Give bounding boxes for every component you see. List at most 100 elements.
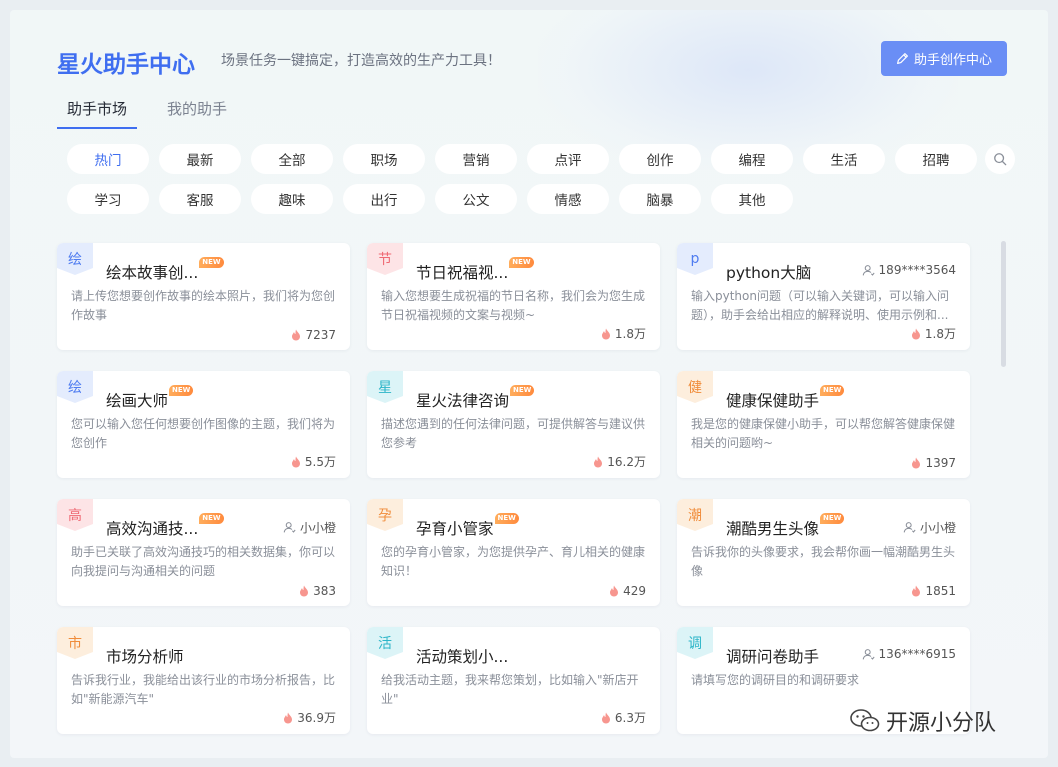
page-title: 星火助手中心 — [57, 52, 195, 78]
assistant-name: 节日祝福视... — [416, 264, 509, 282]
assistant-name: 市场分析师 — [106, 648, 184, 666]
user-icon — [862, 264, 875, 276]
assistant-card[interactable]: 活活动策划小... 给我活动主题，我来帮您策划，比如输入"新店开业" 6.3万 — [367, 627, 660, 734]
assistant-badge: 节 — [367, 243, 403, 275]
assistant-card[interactable]: 健健康保健助手 NEW 我是您的健康保健小助手，可以帮您解答健康保健相关的问题哟~ 1… — [677, 371, 970, 478]
flame-icon — [284, 712, 293, 723]
heat-count: 6.3万 — [601, 709, 646, 726]
page-subtitle: 场景任务一键搞定，打造高效的生产力工具！ — [221, 53, 501, 69]
assistant-description: 告诉我你的头像要求，我会帮你画一幅潮酷男生头像 — [691, 545, 956, 578]
author-name: 小小橙 — [919, 521, 956, 535]
filter-chip-row2-6[interactable]: 脑暴 — [619, 184, 701, 214]
assistant-author: 189****3564 — [862, 263, 956, 277]
author-name: 189****3564 — [878, 263, 956, 277]
assistant-badge: 绘 — [57, 371, 93, 403]
filter-chip-row1-6[interactable]: 创作 — [619, 144, 701, 174]
assistant-card[interactable]: 市市场分析师 告诉我行业，我能给出该行业的市场分析报告，比如"新能源汽车" 36.9… — [57, 627, 350, 734]
filter-chip-row2-4[interactable]: 公文 — [435, 184, 517, 214]
new-tag: NEW — [820, 513, 845, 524]
new-tag: NEW — [199, 513, 224, 524]
assistant-badge: 绘 — [57, 243, 93, 275]
scrollbar[interactable] — [1001, 241, 1006, 367]
heat-count: 16.2万 — [593, 453, 646, 470]
assistant-card[interactable]: 绘绘画大师 NEW 您可以输入您任何想要创作图像的主题，我们将为您创作 5.5万 — [57, 371, 350, 478]
assistant-card[interactable]: 节节日祝福视... NEW 输入您想要生成祝福的节日名称，我们会为您生成节日祝福视频… — [367, 243, 660, 350]
flame-icon — [911, 328, 920, 339]
heat-value: 1851 — [925, 584, 956, 598]
assistant-description: 我是您的健康保健小助手，可以帮您解答健康保健相关的问题哟~ — [691, 417, 956, 450]
filter-chip-row1-0[interactable]: 热门 — [67, 144, 149, 174]
assistant-badge: 调 — [677, 627, 713, 659]
assistant-description: 给我活动主题，我来帮您策划，比如输入"新店开业" — [381, 673, 639, 706]
assistant-badge: 潮 — [677, 499, 713, 531]
filter-chip-row1-7[interactable]: 编程 — [711, 144, 793, 174]
heat-value: 6.3万 — [614, 711, 646, 725]
assistant-name: 星火法律咨询 — [416, 392, 510, 410]
heat-value: 7237 — [305, 328, 336, 342]
assistant-badge: 市 — [57, 627, 93, 659]
filter-chip-row2-2[interactable]: 趣味 — [251, 184, 333, 214]
heat-value: 5.5万 — [304, 455, 336, 469]
flame-icon — [594, 456, 603, 467]
filter-chip-row1-5[interactable]: 点评 — [527, 144, 609, 174]
new-tag: NEW — [169, 385, 194, 396]
assistant-name: python大脑 — [726, 264, 812, 282]
assistant-name: 潮酷男生头像 — [726, 520, 820, 538]
user-icon — [862, 648, 875, 660]
filter-chip-row2-1[interactable]: 客服 — [159, 184, 241, 214]
category-filters: 热门 最新 全部 职场 营销 点评 创作 编程 生活 招聘 学习 客服 趣味 出行 公文 情感 脑暴 其他 — [67, 144, 1017, 224]
create-button-label: 助手创作中心 — [913, 53, 992, 68]
heat-count: 5.5万 — [291, 453, 336, 470]
heat-value: 1.8万 — [924, 327, 956, 341]
filter-chip-row1-2[interactable]: 全部 — [251, 144, 333, 174]
author-name: 小小橙 — [299, 521, 336, 535]
tab-assistant-market[interactable]: 助手市场 — [57, 98, 138, 129]
flame-icon — [291, 456, 300, 467]
filter-chip-row1-3[interactable]: 职场 — [343, 144, 425, 174]
new-tag: NEW — [199, 257, 224, 268]
user-icon — [903, 522, 916, 533]
assistant-name: 健康保健助手 — [726, 392, 820, 410]
heat-count: 383 — [299, 584, 336, 598]
search-button[interactable] — [985, 144, 1015, 174]
filter-chip-row2-7[interactable]: 其他 — [711, 184, 793, 214]
tab-my-assistants[interactable]: 我的助手 — [157, 98, 237, 129]
filter-chip-row1-1[interactable]: 最新 — [159, 144, 241, 174]
assistant-badge: 活 — [367, 627, 403, 659]
assistant-name: 调研问卷助手 — [726, 648, 820, 666]
assistant-badge: 健 — [677, 371, 713, 403]
wechat-account-name: 开源小分队 — [886, 711, 997, 736]
main-tabs: 助手市场 我的助手 — [57, 98, 237, 129]
assistant-badge: 孕 — [367, 499, 403, 531]
assistant-card[interactable]: 星星火法律咨询 NEW 描述您遇到的任何法律问题，可提供解答与建议供您参考 16.2万 — [367, 371, 660, 478]
assistant-name: 孕育小管家 — [416, 520, 494, 538]
assistant-card[interactable]: 潮潮酷男生头像 NEW 小小橙告诉我你的头像要求，我会帮你画一幅潮酷男生头像 1851 — [677, 499, 970, 606]
filter-row-2: 学习 客服 趣味 出行 公文 情感 脑暴 其他 — [67, 184, 1017, 214]
filter-chip-row2-5[interactable]: 情感 — [527, 184, 609, 214]
flame-icon — [912, 585, 921, 597]
assistant-creation-center-button[interactable]: 助手创作中心 — [881, 41, 1007, 76]
heat-count: 36.9万 — [283, 709, 336, 726]
assistant-author: 小小橙 — [903, 519, 956, 536]
assistant-card[interactable]: 绘绘本故事创... NEW 请上传您想要创作故事的绘本照片，我们将为您创作故事 723… — [57, 243, 350, 350]
new-tag: NEW — [494, 513, 519, 524]
assistant-grid: 绘绘本故事创... NEW 请上传您想要创作故事的绘本照片，我们将为您创作故事 723… — [57, 243, 971, 734]
filter-chip-row1-8[interactable]: 生活 — [803, 144, 885, 174]
assistant-description: 输入python问题（可以输入关键词，可以输入问题），助手会给出相应的解释说明、… — [691, 289, 949, 322]
assistant-card[interactable]: 孕孕育小管家 NEW 您的孕育小管家，为您提供孕产、育儿相关的健康知识！ 429 — [367, 499, 660, 606]
heat-value: 383 — [313, 584, 336, 598]
filter-chip-row2-0[interactable]: 学习 — [67, 184, 149, 214]
assistant-name: 绘画大师 — [106, 392, 169, 410]
new-tag: NEW — [820, 385, 845, 396]
app-frame: 星火助手中心 场景任务一键搞定，打造高效的生产力工具！ 助手创作中心 助手市场 … — [10, 10, 1048, 758]
filter-chip-row1-4[interactable]: 营销 — [435, 144, 517, 174]
assistant-card[interactable]: p python大脑 189****3564 输入python问题（可以输入关键词，可… — [677, 243, 970, 350]
filter-chip-row1-9[interactable]: 招聘 — [895, 144, 977, 174]
filter-chip-row2-3[interactable]: 出行 — [343, 184, 425, 214]
assistant-author: 小小橙 — [283, 519, 336, 536]
assistant-name: 高效沟通技... — [106, 520, 199, 538]
assistant-card[interactable]: 高高效沟通技... NEW 小小橙 助手已关联了高效沟通技巧的相关数据集，你可以向我提… — [57, 499, 350, 606]
wechat-icon — [850, 709, 880, 732]
flame-icon — [601, 328, 610, 339]
assistant-description: 助手已关联了高效沟通技巧的相关数据集，你可以向我提问与沟通相关的问题 — [71, 545, 336, 578]
